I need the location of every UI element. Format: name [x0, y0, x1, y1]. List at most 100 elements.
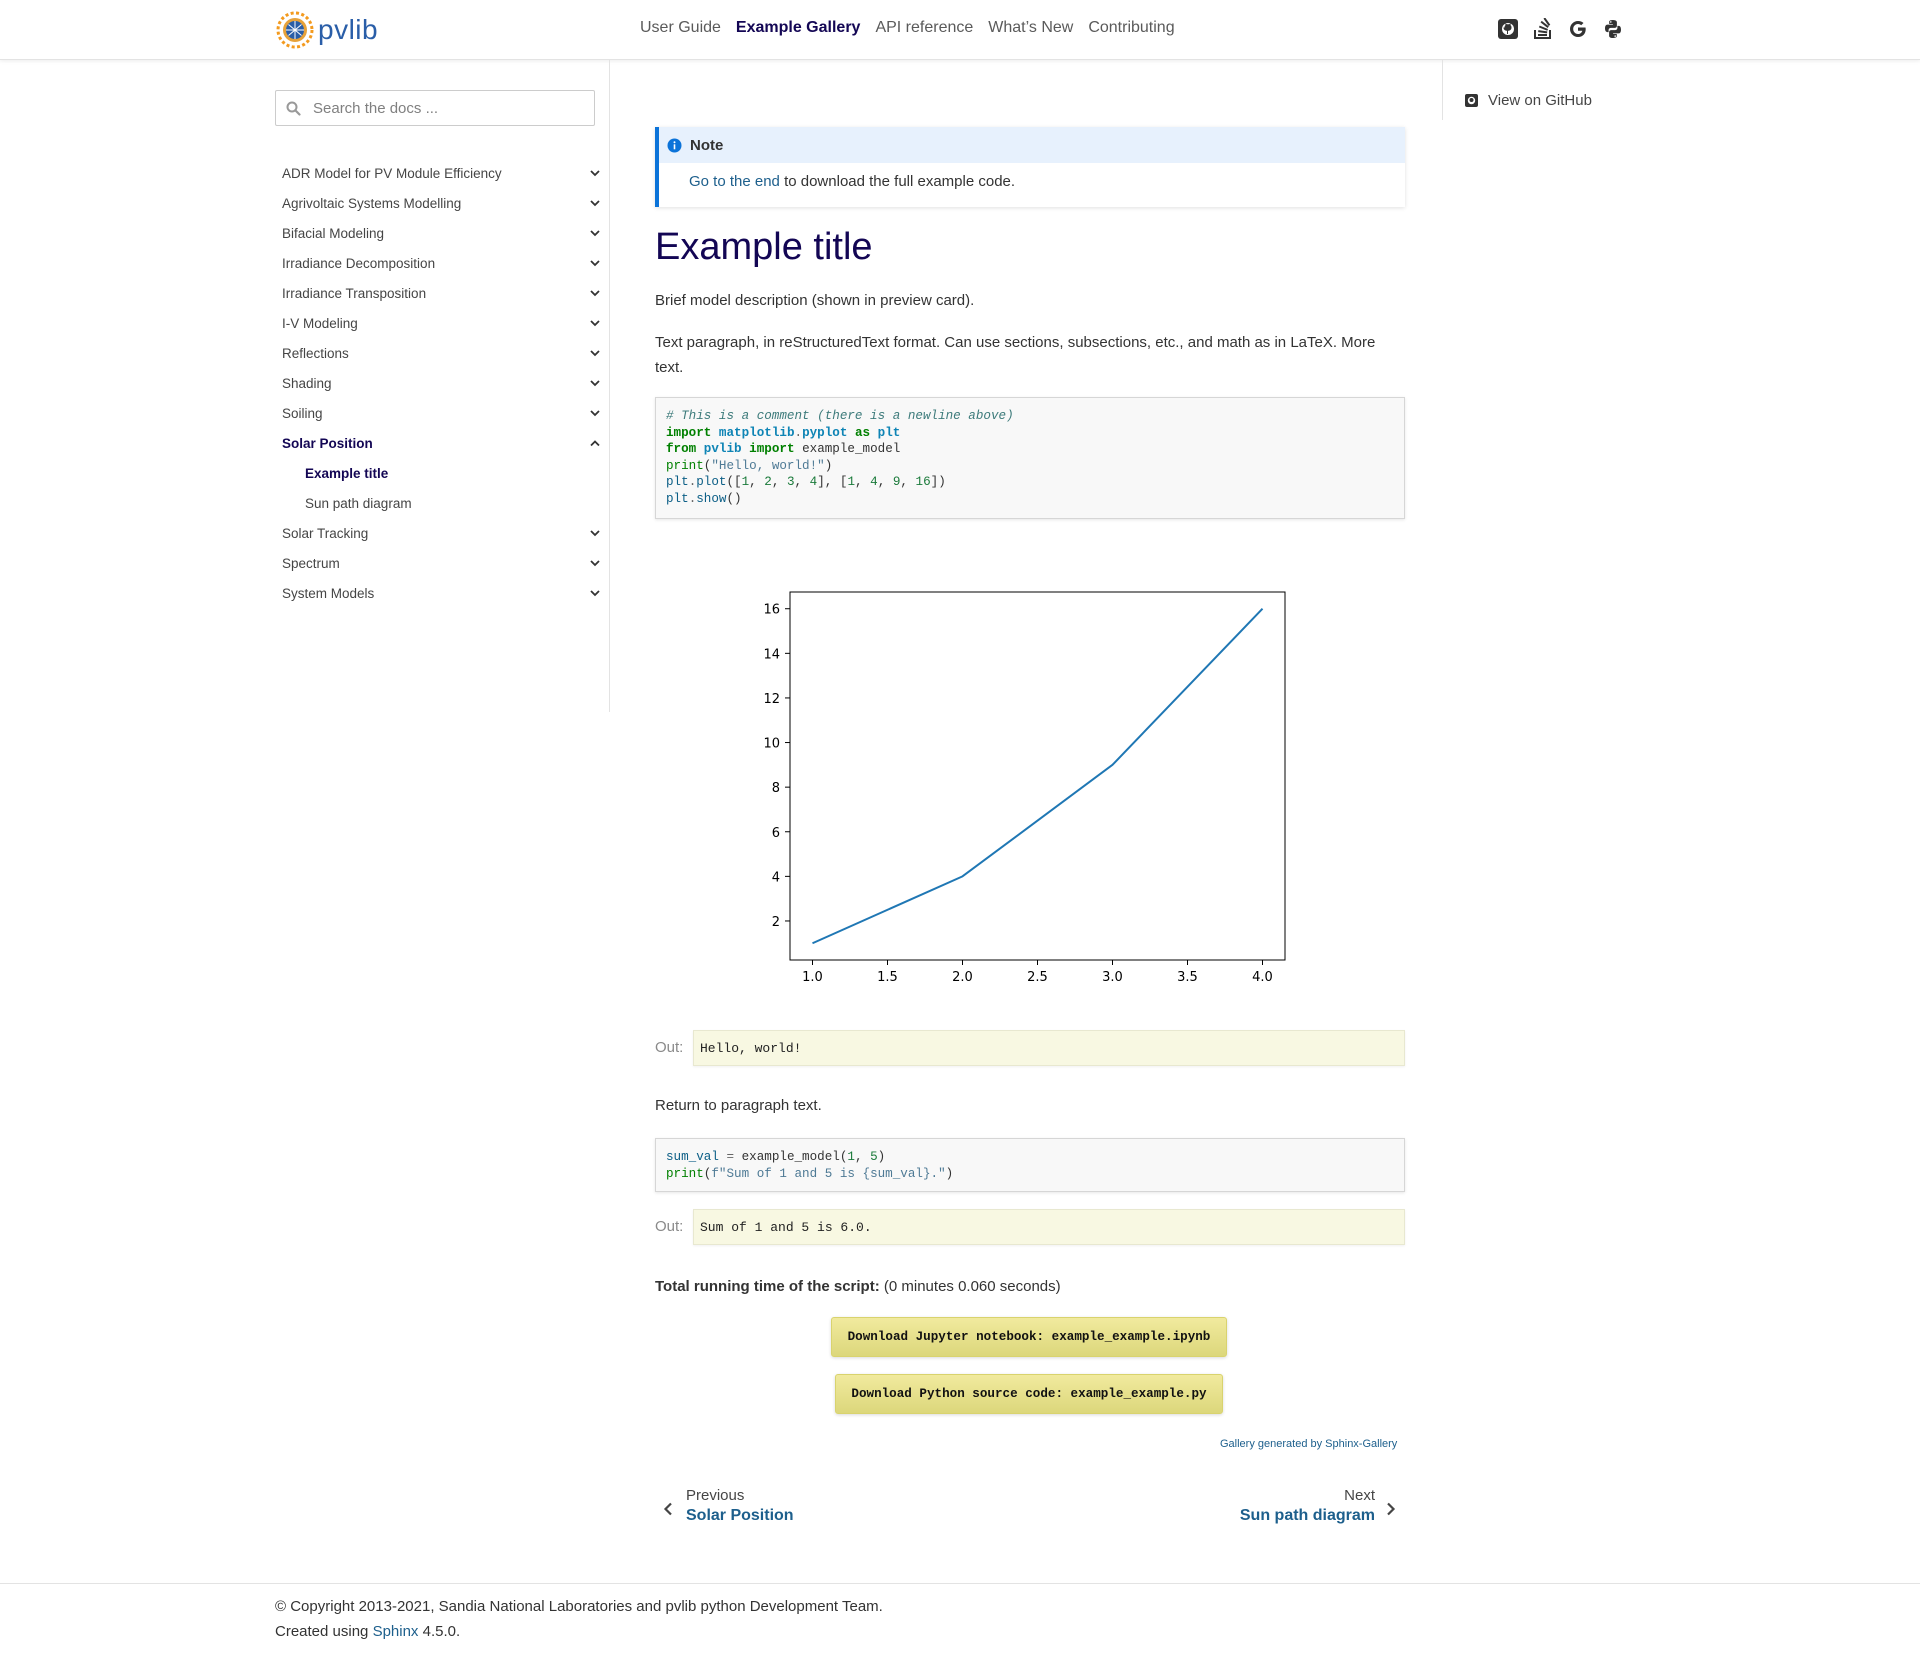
x-tick-label: 1.0	[802, 970, 823, 985]
chevron-down-icon[interactable]	[588, 556, 602, 570]
sidebar-item[interactable]: Bifacial Modeling	[282, 218, 604, 248]
page-title: Example title	[655, 226, 873, 268]
sidebar-item-label: Reflections	[282, 345, 349, 361]
main-nav: User Guide Example Gallery API reference…	[640, 19, 1175, 37]
output-label-2: Out:	[655, 1218, 684, 1235]
sidebar-item[interactable]: ADR Model for PV Module Efficiency	[282, 158, 604, 188]
python-icon[interactable]	[1602, 18, 1624, 40]
sidebar-item[interactable]: Irradiance Transposition	[282, 278, 604, 308]
x-tick-label: 2.5	[1027, 970, 1048, 985]
search-box[interactable]	[275, 90, 595, 126]
chevron-down-icon[interactable]	[588, 406, 602, 420]
chevron-down-icon[interactable]	[588, 346, 602, 360]
nav-user-guide[interactable]: User Guide	[640, 19, 721, 37]
sidebar-item-label: ADR Model for PV Module Efficiency	[282, 165, 502, 181]
sidebar-item-label: Spectrum	[282, 555, 340, 571]
sidebar-item[interactable]: Irradiance Decomposition	[282, 248, 604, 278]
right-sidebar	[1442, 60, 1443, 120]
sidebar-item[interactable]: System Models	[282, 578, 604, 608]
sidebar-item[interactable]: Solar Position	[282, 428, 604, 458]
chevron-down-icon[interactable]	[588, 166, 602, 180]
chevron-down-icon[interactable]	[588, 196, 602, 210]
chevron-down-icon[interactable]	[588, 256, 602, 270]
created-prefix: Created using	[275, 1623, 373, 1640]
sidebar-item-label: Bifacial Modeling	[282, 225, 385, 241]
running-time: Total running time of the script: (0 min…	[655, 1274, 1405, 1299]
note-header: Note	[659, 127, 1405, 163]
plot-frame	[789, 591, 1286, 961]
created-using: Created using Sphinx 4.5.0.	[275, 1623, 460, 1640]
sidebar-item[interactable]: Shading	[282, 368, 604, 398]
sidebar-item[interactable]: Example title	[282, 458, 604, 488]
return-paragraph: Return to paragraph text.	[655, 1097, 822, 1114]
running-time-label: Total running time of the script:	[655, 1278, 880, 1295]
chevron-down-icon[interactable]	[588, 376, 602, 390]
nav-api-reference[interactable]: API reference	[875, 19, 973, 37]
nav-example-gallery[interactable]: Example Gallery	[736, 19, 861, 37]
y-tick-label: 14	[763, 647, 780, 662]
x-tick-label: 3.0	[1102, 970, 1123, 985]
search-icon	[286, 101, 301, 116]
go-to-end-link[interactable]: Go to the end	[689, 173, 780, 190]
y-tick-label: 12	[763, 692, 780, 707]
sidebar-item-label: Irradiance Decomposition	[282, 255, 436, 271]
chevron-left-icon[interactable]	[663, 1502, 673, 1516]
prev-link[interactable]: Solar Position	[686, 1507, 794, 1525]
sphinx-link[interactable]: Sphinx	[373, 1623, 419, 1640]
sidebar-item[interactable]: Solar Tracking	[282, 518, 604, 548]
code-block-2[interactable]: sum_val = example_model(1, 5) print(f"Su…	[655, 1138, 1405, 1192]
sidebar-item[interactable]: I-V Modeling	[282, 308, 604, 338]
download-python-button[interactable]: Download Python source code: example_exa…	[835, 1374, 1223, 1414]
x-tick-label: 4.0	[1252, 970, 1273, 985]
social-icons	[1497, 18, 1624, 40]
chevron-down-icon[interactable]	[588, 586, 602, 600]
code-block-1[interactable]: # This is a comment (there is a newline …	[655, 397, 1405, 519]
chevron-right-icon[interactable]	[1386, 1502, 1396, 1516]
stack-overflow-icon[interactable]	[1532, 18, 1554, 40]
chevron-down-icon[interactable]	[588, 316, 602, 330]
note-body: Go to the end to download the full examp…	[659, 163, 1405, 190]
sidebar-nav: ADR Model for PV Module Efficiency Agrivo…	[282, 158, 604, 608]
chevron-down-icon[interactable]	[588, 526, 602, 540]
google-icon[interactable]	[1567, 18, 1589, 40]
chevron-down-icon[interactable]	[588, 226, 602, 240]
top-navbar: pvlib User Guide Example Gallery API ref…	[0, 0, 1920, 60]
footer: © Copyright 2013-2021, Sandia National L…	[0, 1583, 1920, 1640]
sidebar-item-label: I-V Modeling	[282, 315, 358, 331]
y-tick-label: 16	[763, 603, 780, 618]
view-on-github-label: View on GitHub	[1488, 92, 1592, 109]
view-on-github-link[interactable]: View on GitHub	[1465, 92, 1592, 109]
x-tick-label: 1.5	[877, 970, 898, 985]
sidebar-item-label: Agrivoltaic Systems Modelling	[282, 195, 462, 211]
y-tick-label: 8	[772, 781, 780, 796]
search-input[interactable]	[311, 98, 581, 118]
nav-whats-new[interactable]: What’s New	[988, 19, 1073, 37]
prev-label: Previous	[686, 1487, 745, 1504]
nav-contributing[interactable]: Contributing	[1088, 19, 1174, 37]
next-link[interactable]: Sun path diagram	[1240, 1507, 1375, 1525]
sidebar-item[interactable]: Sun path diagram	[282, 488, 604, 518]
sidebar-item-label: Soiling	[282, 405, 323, 421]
download-notebook-button[interactable]: Download Jupyter notebook: example_examp…	[831, 1317, 1227, 1357]
sphinx-gallery-link[interactable]: Gallery generated by Sphinx-Gallery	[1220, 1438, 1397, 1450]
github-square-icon	[1465, 94, 1478, 107]
chevron-up-icon[interactable]	[588, 436, 602, 450]
info-icon	[667, 138, 682, 152]
output-box-2: Sum of 1 and 5 is 6.0.	[693, 1209, 1405, 1245]
y-tick-label: 2	[772, 915, 780, 930]
chevron-down-icon[interactable]	[588, 286, 602, 300]
sidebar-item-label: Solar Position	[282, 435, 373, 451]
left-sidebar: ADR Model for PV Module Efficiency Agrivo…	[264, 60, 610, 712]
sidebar-item[interactable]: Agrivoltaic Systems Modelling	[282, 188, 604, 218]
sidebar-item-label: Shading	[282, 375, 332, 391]
github-icon[interactable]	[1497, 18, 1519, 40]
line-chart: 1.0 1.5 2.0 2.5 3.0 3.5 4.0 2 4 6 8 10 12 14 16	[763, 591, 1286, 985]
description-text: Brief model description (shown in previe…	[655, 292, 975, 309]
sun-logo-icon	[276, 11, 314, 49]
logo-text: pvlib	[318, 14, 379, 45]
sidebar-item[interactable]: Spectrum	[282, 548, 604, 578]
sidebar-item[interactable]: Soiling	[282, 398, 604, 428]
sidebar-item[interactable]: Reflections	[282, 338, 604, 368]
sidebar-item-label: Irradiance Transposition	[282, 285, 427, 301]
pvlib-logo[interactable]: pvlib	[276, 11, 378, 49]
